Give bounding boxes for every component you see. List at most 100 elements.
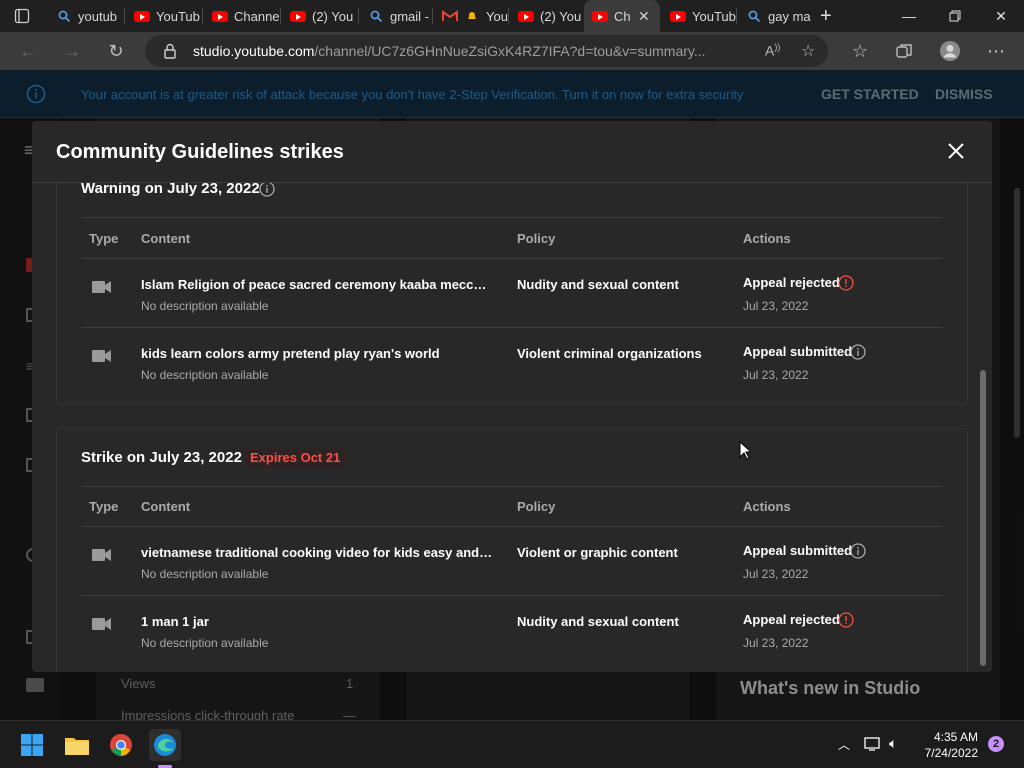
close-window-button[interactable]: ✕ bbox=[978, 0, 1024, 32]
policy-label: Violent or graphic content bbox=[517, 545, 678, 560]
tab-label: (2) You bbox=[540, 8, 582, 24]
appeal-status: Appeal rejected bbox=[743, 275, 840, 290]
system-clock[interactable]: 4:35 AM 7/24/2022 bbox=[925, 729, 978, 761]
video-description: No description available bbox=[141, 368, 269, 382]
close-icon bbox=[948, 143, 964, 159]
appeal-rejected-info-icon[interactable] bbox=[838, 612, 854, 628]
file-explorer-icon[interactable] bbox=[61, 729, 93, 761]
url-path: /channel/UC7z6GHnNueZsiGxK4RZ7IFA?d=tou&… bbox=[314, 43, 706, 59]
youtube-icon bbox=[290, 8, 306, 24]
appeal-submitted-info-icon[interactable] bbox=[850, 344, 866, 360]
policy-label: Violent criminal organizations bbox=[517, 346, 702, 361]
tab-youtube-2[interactable]: (2) You bbox=[282, 0, 358, 32]
tab-search-other[interactable]: gay ma bbox=[738, 0, 812, 32]
favorites-icon[interactable]: ☆ bbox=[848, 39, 872, 63]
url-host: studio.youtube.com bbox=[193, 43, 315, 59]
column-type: Type bbox=[89, 231, 119, 246]
tab-label: youtub bbox=[78, 8, 118, 24]
appeal-rejected-info-icon[interactable] bbox=[838, 275, 854, 291]
tab-search-youtube[interactable]: youtub bbox=[48, 0, 124, 32]
address-bar[interactable]: studio.youtube.com/channel/UC7z6GHnNueZs… bbox=[145, 35, 828, 67]
appeal-submitted-info-icon[interactable] bbox=[850, 543, 866, 559]
edge-icon[interactable] bbox=[149, 729, 181, 761]
appeal-date: Jul 23, 2022 bbox=[743, 636, 809, 650]
warning-info-icon[interactable] bbox=[259, 181, 275, 197]
lock-icon[interactable] bbox=[163, 43, 177, 64]
tab-channel[interactable]: Channe bbox=[204, 0, 280, 32]
column-type: Type bbox=[89, 499, 119, 514]
youtube-icon bbox=[134, 8, 150, 24]
video-title-link[interactable]: 1 man 1 jar bbox=[141, 614, 493, 629]
appeal-date: Jul 23, 2022 bbox=[743, 299, 809, 313]
info-icon bbox=[26, 84, 46, 109]
video-title-link[interactable]: Islam Religion of peace sacred ceremony … bbox=[141, 277, 493, 292]
column-content: Content bbox=[141, 499, 191, 514]
strike-card: Strike on July 23, 2022 Expires Oct 21 T… bbox=[56, 428, 968, 672]
new-tab-plus-icon[interactable]: + bbox=[820, 5, 832, 28]
chevron-up-icon[interactable]: ︿ bbox=[838, 736, 850, 753]
video-description: No description available bbox=[141, 567, 269, 581]
dialog-title: Community Guidelines strikes bbox=[56, 141, 344, 163]
chrome-icon[interactable] bbox=[105, 729, 137, 761]
video-title-link[interactable]: kids learn colors army pretend play ryan… bbox=[141, 346, 493, 361]
policy-label: Nudity and sexual content bbox=[517, 614, 679, 629]
tab-youtube-3[interactable]: (2) You bbox=[510, 0, 584, 32]
more-menu-icon[interactable]: ⋯ bbox=[984, 39, 1008, 63]
youtube-icon bbox=[670, 8, 686, 24]
video-description: No description available bbox=[141, 636, 269, 650]
mouse-cursor-icon bbox=[739, 440, 753, 465]
close-dialog-button[interactable] bbox=[944, 139, 968, 163]
clock-time: 4:35 AM bbox=[933, 730, 978, 744]
tab-gmail[interactable]: You bbox=[434, 0, 508, 32]
network-icon[interactable] bbox=[864, 737, 882, 756]
tab-label: Channe bbox=[234, 8, 280, 24]
url-text[interactable]: studio.youtube.com/channel/UC7z6GHnNueZs… bbox=[193, 43, 748, 59]
browser-tab-strip: youtub YouTub Channe (2) You gmail - You… bbox=[0, 0, 1024, 32]
expires-badge: Expires Oct 21 bbox=[245, 448, 346, 467]
search-icon bbox=[746, 8, 762, 24]
youtube-icon bbox=[518, 8, 534, 24]
tab-actions-icon[interactable] bbox=[14, 8, 30, 24]
column-content: Content bbox=[141, 231, 191, 246]
column-policy: Policy bbox=[517, 499, 556, 514]
restore-button[interactable] bbox=[932, 0, 978, 32]
tab-label: YouTub bbox=[692, 8, 736, 24]
appeal-status: Appeal submitted bbox=[743, 543, 853, 558]
add-favorite-icon[interactable]: ☆ bbox=[801, 41, 815, 61]
tab-label: gmail - bbox=[390, 8, 430, 24]
video-title-link[interactable]: vietnamese traditional cooking video for… bbox=[141, 545, 493, 560]
tab-label: YouTub bbox=[156, 8, 200, 24]
volume-icon[interactable]: 🔈︎ bbox=[889, 735, 897, 752]
notification-badge[interactable]: 2 bbox=[988, 736, 1004, 752]
video-camera-icon bbox=[92, 280, 112, 294]
tab-label: Ch bbox=[614, 8, 631, 24]
youtube-studio-icon bbox=[592, 8, 608, 24]
refresh-icon[interactable]: ↻ bbox=[104, 39, 128, 63]
youtube-icon bbox=[212, 8, 228, 24]
dismiss-button[interactable]: DISMISS bbox=[935, 86, 993, 102]
tab-youtube-1[interactable]: YouTub bbox=[126, 0, 202, 32]
tab-youtube-4[interactable]: YouTub bbox=[662, 0, 736, 32]
windows-taskbar: ︿ 🔈︎ 4:35 AM 7/24/2022 2 bbox=[0, 720, 1024, 768]
back-arrow-icon[interactable]: ← bbox=[16, 39, 40, 63]
tab-close-icon[interactable]: ✕ bbox=[638, 8, 650, 25]
tab-label: You bbox=[486, 8, 508, 24]
dialog-scrollbar[interactable] bbox=[980, 370, 986, 666]
tab-search-gmail[interactable]: gmail - bbox=[360, 0, 432, 32]
appeal-date: Jul 23, 2022 bbox=[743, 567, 809, 581]
forward-arrow-icon[interactable]: → bbox=[60, 39, 84, 63]
minimize-button[interactable]: — bbox=[886, 0, 932, 32]
profile-avatar[interactable] bbox=[938, 39, 962, 63]
browser-toolbar: ← → ↻ studio.youtube.com/channel/UC7z6GH… bbox=[0, 32, 1024, 70]
search-icon bbox=[368, 8, 384, 24]
policy-label: Nudity and sexual content bbox=[517, 277, 679, 292]
strike-title: Strike on July 23, 2022 bbox=[81, 449, 242, 466]
collections-icon[interactable] bbox=[892, 39, 916, 63]
tab-studio-active[interactable]: Ch ✕ bbox=[584, 0, 660, 32]
windows-start-icon[interactable] bbox=[16, 729, 48, 761]
get-started-button[interactable]: GET STARTED bbox=[821, 86, 919, 102]
bell-icon bbox=[464, 8, 480, 24]
video-camera-icon bbox=[92, 617, 112, 631]
read-aloud-icon[interactable]: A)) bbox=[765, 42, 780, 59]
column-policy: Policy bbox=[517, 231, 556, 246]
